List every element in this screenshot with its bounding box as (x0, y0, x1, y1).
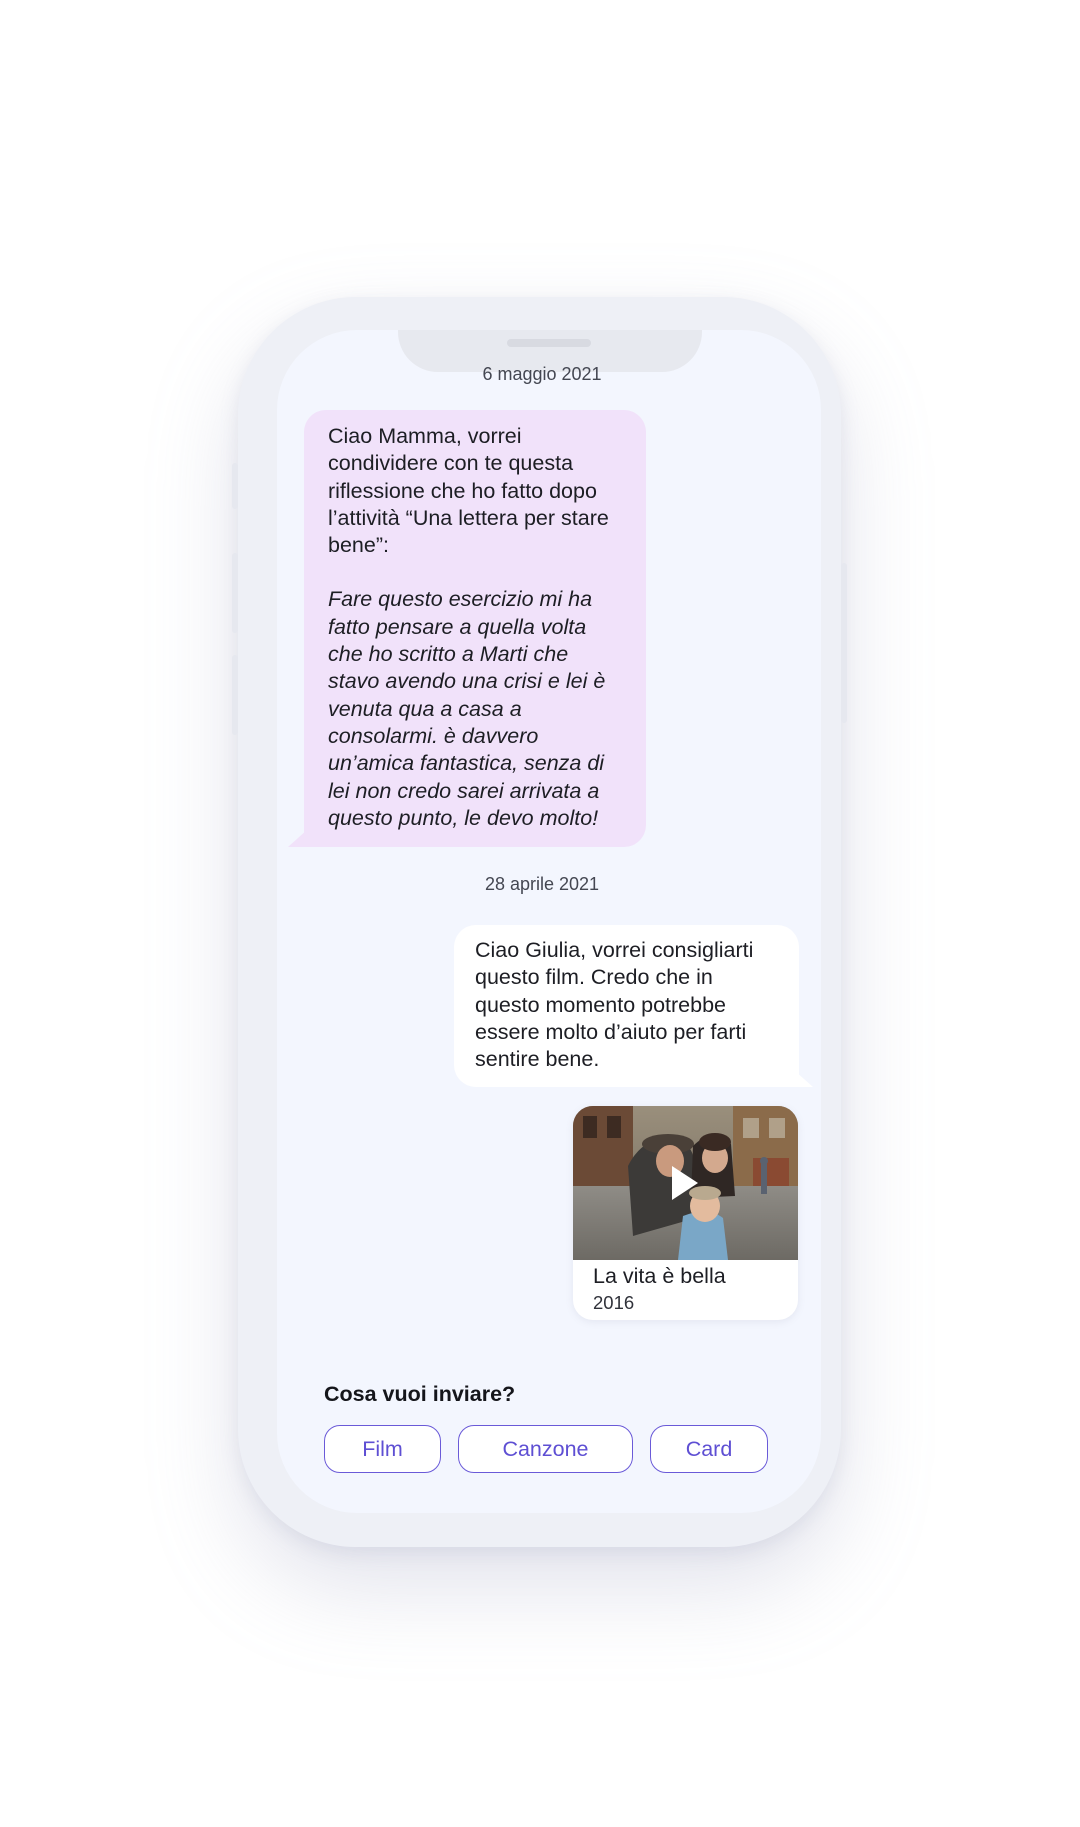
option-song-button[interactable]: Canzone (458, 1425, 633, 1473)
play-icon[interactable] (670, 1164, 700, 1202)
mockup-stage: 6 maggio 2021 Ciao Mamma, vorrei condivi… (0, 0, 1080, 1827)
message-line: sentire bene. (475, 1047, 600, 1072)
send-type-prompt: Cosa vuoi inviare? (324, 1382, 516, 1406)
message-line: riflessione che ho fatto dopo (328, 478, 597, 503)
message-date: 28 aprile 2021 (484, 874, 600, 894)
message-line: questo momento potrebbe (475, 992, 726, 1017)
quote-line: fatto pensare a quella volta (328, 614, 587, 639)
quote-line: Fare questo esercizio mi ha (328, 587, 593, 612)
quote-line: questo punto, le devo molto! (328, 805, 599, 830)
quote-line: stavo avendo una crisi e lei è (328, 669, 606, 694)
message-line: questo film. Credo che in (475, 965, 713, 990)
quote-line: che ho scritto a Marti che (328, 642, 569, 667)
quote-line: un’amica fantastica, senza di (328, 751, 605, 776)
outgoing-message-bubble: Ciao Giulia, vorrei consigliarti questo … (454, 925, 813, 1087)
option-film-button[interactable]: Film (324, 1425, 441, 1473)
quote-line: lei non credo sarei arrivata a (328, 778, 600, 803)
speaker-grille (507, 339, 591, 347)
message-line: bene”: (328, 533, 389, 558)
message-line: essere molto d’aiuto per farti (475, 1019, 747, 1044)
message-line: Ciao Mamma, vorrei (328, 424, 522, 448)
quote-line: venuta qua a casa a (328, 696, 522, 721)
quoted-reflection: Fare questo esercizio mi ha fatto pensar… (328, 586, 626, 832)
quote-line: consolarmi. è davvero (328, 723, 539, 748)
film-thumbnail[interactable] (573, 1106, 798, 1260)
film-title: La vita è bella (593, 1264, 726, 1288)
option-card-button[interactable]: Card (650, 1425, 768, 1473)
message-line: Ciao Giulia, vorrei consigliarti (475, 938, 754, 962)
power-button (841, 563, 847, 723)
message-line: l’attività “Una lettera per stare (328, 505, 609, 530)
message-date: 6 maggio 2021 (482, 364, 602, 384)
silent-switch (232, 463, 238, 509)
message-line: condividere con te questa (328, 451, 574, 476)
volume-up-button (232, 553, 238, 633)
film-year: 2016 (593, 1292, 635, 1313)
film-card[interactable]: La vita è bella 2016 (573, 1106, 798, 1320)
volume-down-button (232, 655, 238, 735)
incoming-message-bubble: Ciao Mamma, vorrei condividere con te qu… (288, 410, 646, 847)
